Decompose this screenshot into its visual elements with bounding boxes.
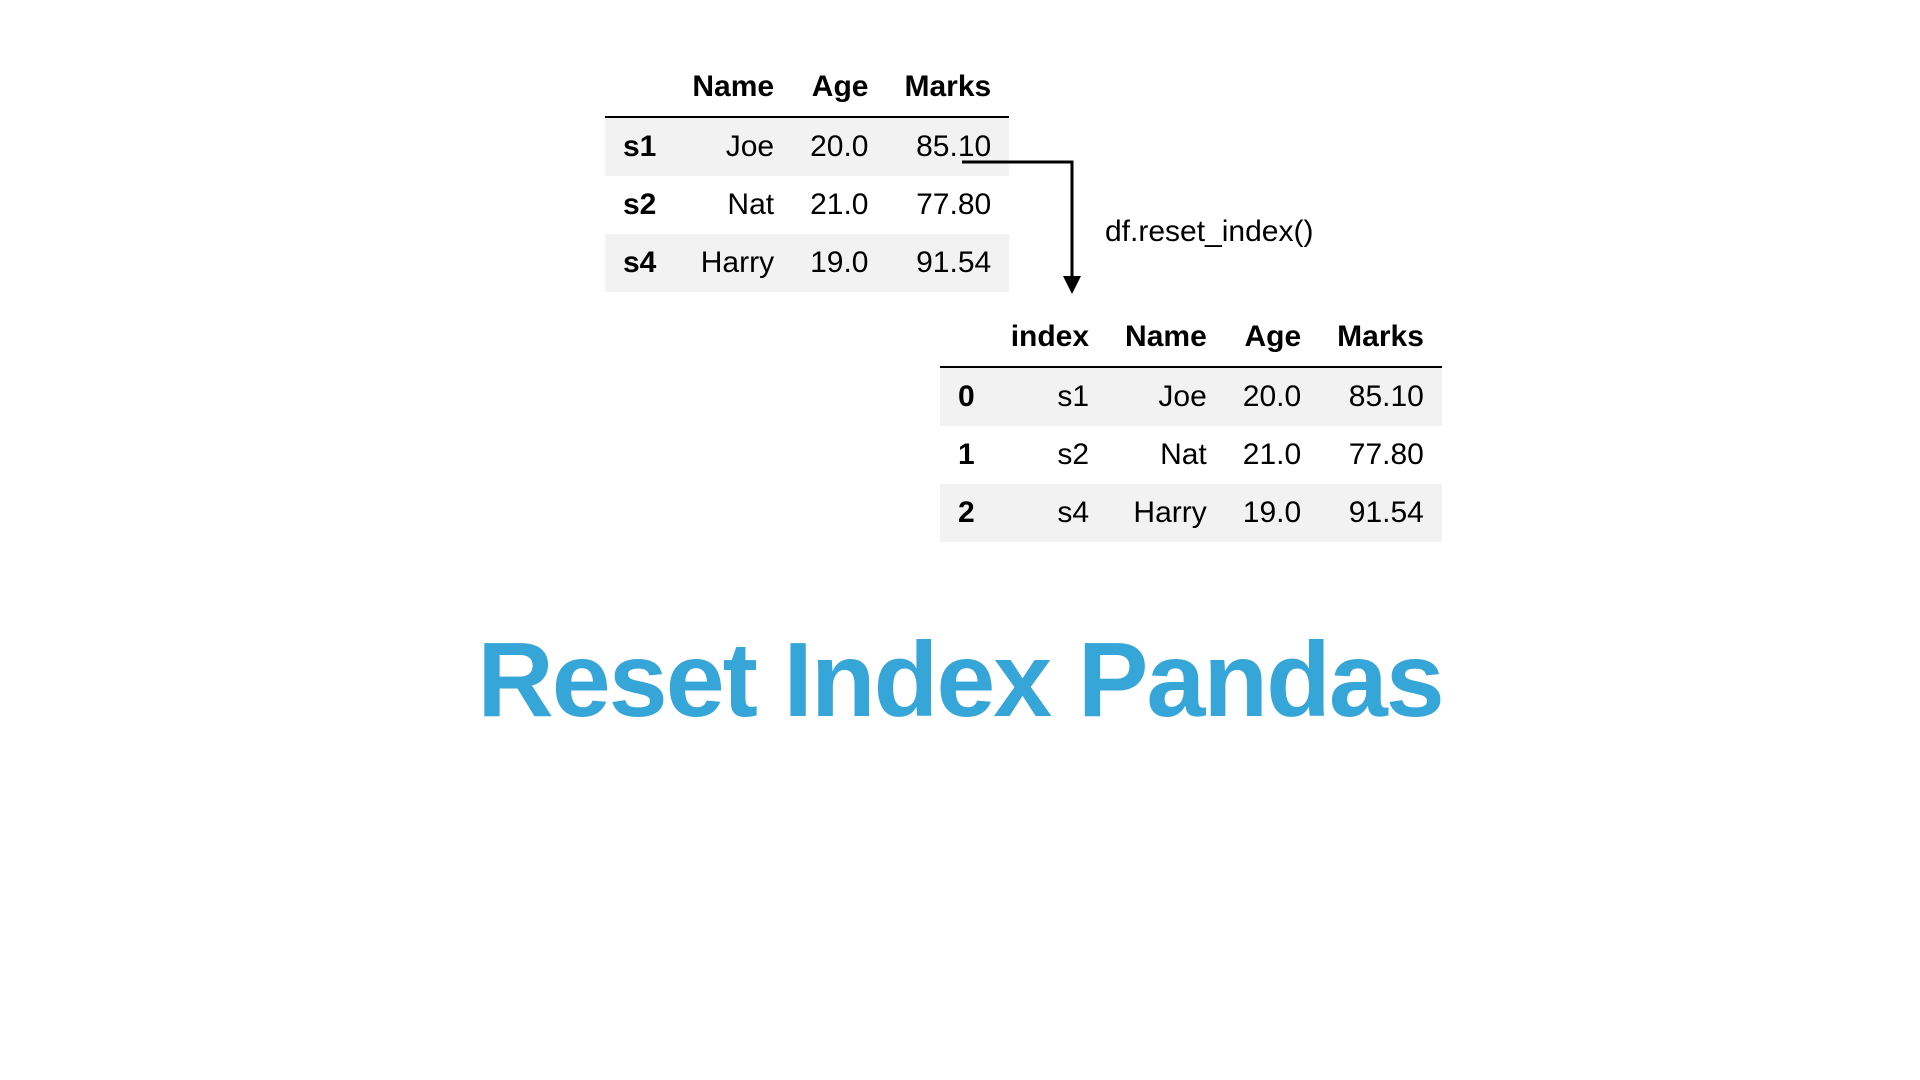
table-header-row: Name Age Marks: [605, 58, 1009, 117]
cell-oldindex: s1: [993, 367, 1107, 426]
row-index: 0: [940, 367, 993, 426]
table-row: s2 Nat 21.0 77.80: [605, 176, 1009, 234]
row-index: s2: [605, 176, 674, 234]
table-row: 0 s1 Joe 20.0 85.10: [940, 367, 1442, 426]
col-header-index: index: [993, 308, 1107, 367]
row-index: s1: [605, 117, 674, 176]
col-header-marks: Marks: [886, 58, 1009, 117]
cell-marks: 77.80: [1319, 426, 1442, 484]
dataframe-after: index Name Age Marks 0 s1 Joe 20.0 85.10…: [940, 308, 1442, 542]
col-header-name: Name: [674, 58, 792, 117]
cell-name: Nat: [1107, 426, 1225, 484]
col-header-age: Age: [1225, 308, 1319, 367]
dataframe-before: Name Age Marks s1 Joe 20.0 85.10 s2 Nat …: [605, 58, 1009, 292]
cell-oldindex: s4: [993, 484, 1107, 542]
cell-age: 19.0: [1225, 484, 1319, 542]
row-index: 1: [940, 426, 993, 484]
cell-name: Harry: [674, 234, 792, 292]
cell-name: Joe: [1107, 367, 1225, 426]
cell-marks: 91.54: [1319, 484, 1442, 542]
col-header-name: Name: [1107, 308, 1225, 367]
col-header-blank: [940, 308, 993, 367]
row-index: 2: [940, 484, 993, 542]
cell-age: 21.0: [792, 176, 886, 234]
cell-age: 21.0: [1225, 426, 1319, 484]
cell-name: Harry: [1107, 484, 1225, 542]
code-label: df.reset_index(): [1105, 215, 1313, 249]
table-row: s4 Harry 19.0 91.54: [605, 234, 1009, 292]
cell-marks: 85.10: [1319, 367, 1442, 426]
cell-age: 19.0: [792, 234, 886, 292]
cell-age: 20.0: [792, 117, 886, 176]
table-row: 1 s2 Nat 21.0 77.80: [940, 426, 1442, 484]
page-title: Reset Index Pandas: [210, 620, 1710, 741]
table-row: 2 s4 Harry 19.0 91.54: [940, 484, 1442, 542]
cell-name: Nat: [674, 176, 792, 234]
col-header-blank: [605, 58, 674, 117]
cell-oldindex: s2: [993, 426, 1107, 484]
cell-age: 20.0: [1225, 367, 1319, 426]
cell-name: Joe: [674, 117, 792, 176]
row-index: s4: [605, 234, 674, 292]
col-header-age: Age: [792, 58, 886, 117]
table-header-row: index Name Age Marks: [940, 308, 1442, 367]
col-header-marks: Marks: [1319, 308, 1442, 367]
table-row: s1 Joe 20.0 85.10: [605, 117, 1009, 176]
